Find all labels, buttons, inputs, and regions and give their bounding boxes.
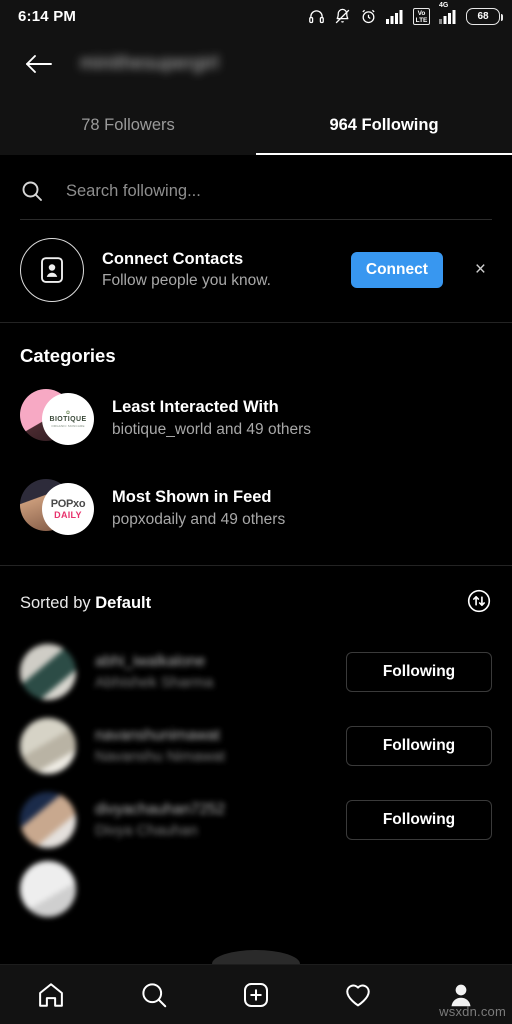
volte-bottom-label: LTE [415, 16, 428, 24]
headphones-icon [309, 10, 324, 24]
sort-arrows-icon[interactable] [466, 588, 492, 619]
category-title: Most Shown in Feed [112, 487, 272, 506]
nav-home-button[interactable] [21, 969, 81, 1021]
category-avatars: POPxo DAILY [20, 474, 94, 542]
user-texts: abhi_iwalkalone Abhishek Sharma [95, 653, 327, 691]
alarm-clock-icon [362, 9, 375, 24]
instagram-following-screen: 6:14 PM Vo LTE 4G 68 minithesupergirl 78… [0, 0, 512, 1024]
battery-level-label: 68 [477, 11, 489, 22]
biotique-logo-title: BIOTIQUE [49, 416, 87, 424]
category-item-most-shown[interactable]: POPxo DAILY Most Shown in Feed popxodail… [0, 463, 512, 553]
user-handle: divyachauhan7252 [95, 801, 226, 819]
sort-prefix: Sorted by [20, 594, 96, 613]
contact-card-icon [20, 238, 84, 302]
user-fullname: Divya Chauhan [95, 822, 198, 840]
avatar [20, 861, 76, 918]
following-button[interactable]: Following [346, 726, 492, 767]
following-button[interactable]: Following [346, 652, 492, 693]
category-avatars: ✿ BIOTIQUE ORGANIC SKINCARE [20, 384, 94, 452]
back-button[interactable] [16, 41, 62, 87]
search-icon [141, 982, 166, 1007]
network-type-label: 4G [439, 2, 449, 9]
user-handle: navanshunimawat [95, 727, 220, 745]
category-avatar-front-biotique: ✿ BIOTIQUE ORGANIC SKINCARE [42, 393, 94, 446]
table-row[interactable]: abhi_iwalkalone Abhishek Sharma Followin… [0, 635, 512, 709]
table-row[interactable]: divyachauhan7252 Divya Chauhan Following [0, 783, 512, 857]
category-subtitle: popxodaily and 49 others [112, 510, 286, 528]
avatar [20, 644, 76, 701]
category-texts: Least Interacted With biotique_world and… [112, 398, 492, 439]
volte-top-label: Vo [417, 9, 426, 17]
search-input[interactable] [66, 181, 492, 201]
volte-icon: Vo LTE [413, 8, 430, 25]
popxo-logo-title: POPxo [50, 497, 86, 510]
bell-off-icon [335, 8, 350, 24]
screen-header: minithesupergirl [0, 33, 512, 95]
contact-avatar-icon [41, 257, 63, 283]
followers-following-tabs: 78 Followers 964 Following [0, 95, 512, 155]
status-bar-icons: Vo LTE 4G 68 [308, 2, 503, 25]
tab-followers[interactable]: 78 Followers [0, 95, 256, 155]
sort-value: Default [95, 594, 152, 613]
user-fullname: Abhishek Sharma [95, 674, 214, 692]
tab-following[interactable]: 964 Following [256, 95, 512, 155]
dismiss-contacts-icon[interactable]: × [461, 259, 492, 281]
popxo-logo-sub: DAILY [54, 509, 82, 520]
category-subtitle: biotique_world and 49 others [112, 420, 312, 438]
user-texts: divyachauhan7252 Divya Chauhan [95, 801, 327, 839]
nav-create-button[interactable] [226, 969, 286, 1021]
screen-notch [212, 950, 300, 964]
bottom-navigation-bar [0, 964, 512, 1024]
status-bar: 6:14 PM Vo LTE 4G 68 [0, 0, 512, 33]
sort-label[interactable]: Sorted by Default [20, 594, 151, 613]
connect-contacts-texts: Connect Contacts Follow people you know. [102, 250, 333, 290]
4g-signal-icon: 4G [439, 2, 457, 24]
avatar [20, 718, 76, 775]
category-title: Least Interacted With [112, 397, 279, 416]
sort-row: Sorted by Default [0, 566, 512, 635]
connect-contacts-subtitle: Follow people you know. [102, 272, 271, 289]
following-button[interactable]: Following [346, 800, 492, 841]
categories-heading: Categories [20, 345, 116, 367]
search-icon [22, 181, 42, 201]
user-fullname: Navanshu Nimawat [95, 748, 226, 766]
avatar [20, 792, 76, 849]
connect-button[interactable]: Connect [350, 252, 443, 288]
table-row-partial[interactable] [0, 857, 512, 926]
connect-contacts-title: Connect Contacts [102, 250, 244, 268]
battery-icon: 68 [466, 8, 503, 25]
profile-username: minithesupergirl [80, 53, 219, 74]
category-texts: Most Shown in Feed popxodaily and 49 oth… [112, 488, 492, 529]
connect-contacts-card: Connect Contacts Follow people you know.… [0, 220, 512, 322]
biotique-logo-sub: ORGANIC SKINCARE [51, 424, 85, 429]
table-row[interactable]: navanshunimawat Navanshu Nimawat Followi… [0, 709, 512, 783]
home-icon [39, 982, 64, 1007]
user-handle: abhi_iwalkalone [95, 653, 206, 671]
category-avatar-front-popxo: POPxo DAILY [42, 483, 94, 536]
category-item-least-interacted[interactable]: ✿ BIOTIQUE ORGANIC SKINCARE Least Intera… [0, 373, 512, 463]
nav-profile-button[interactable] [431, 969, 491, 1021]
nav-search-button[interactable] [124, 969, 184, 1021]
search-section [0, 155, 512, 220]
search-row [20, 169, 492, 213]
user-texts: navanshunimawat Navanshu Nimawat [95, 727, 327, 765]
person-filled-icon [451, 984, 471, 1006]
plus-square-icon [243, 982, 268, 1007]
signal-bars-icon [386, 10, 403, 24]
nav-activity-button[interactable] [328, 969, 388, 1021]
heart-icon [346, 984, 371, 1006]
status-bar-clock: 6:14 PM [18, 8, 77, 25]
arrow-left-icon [26, 55, 52, 73]
